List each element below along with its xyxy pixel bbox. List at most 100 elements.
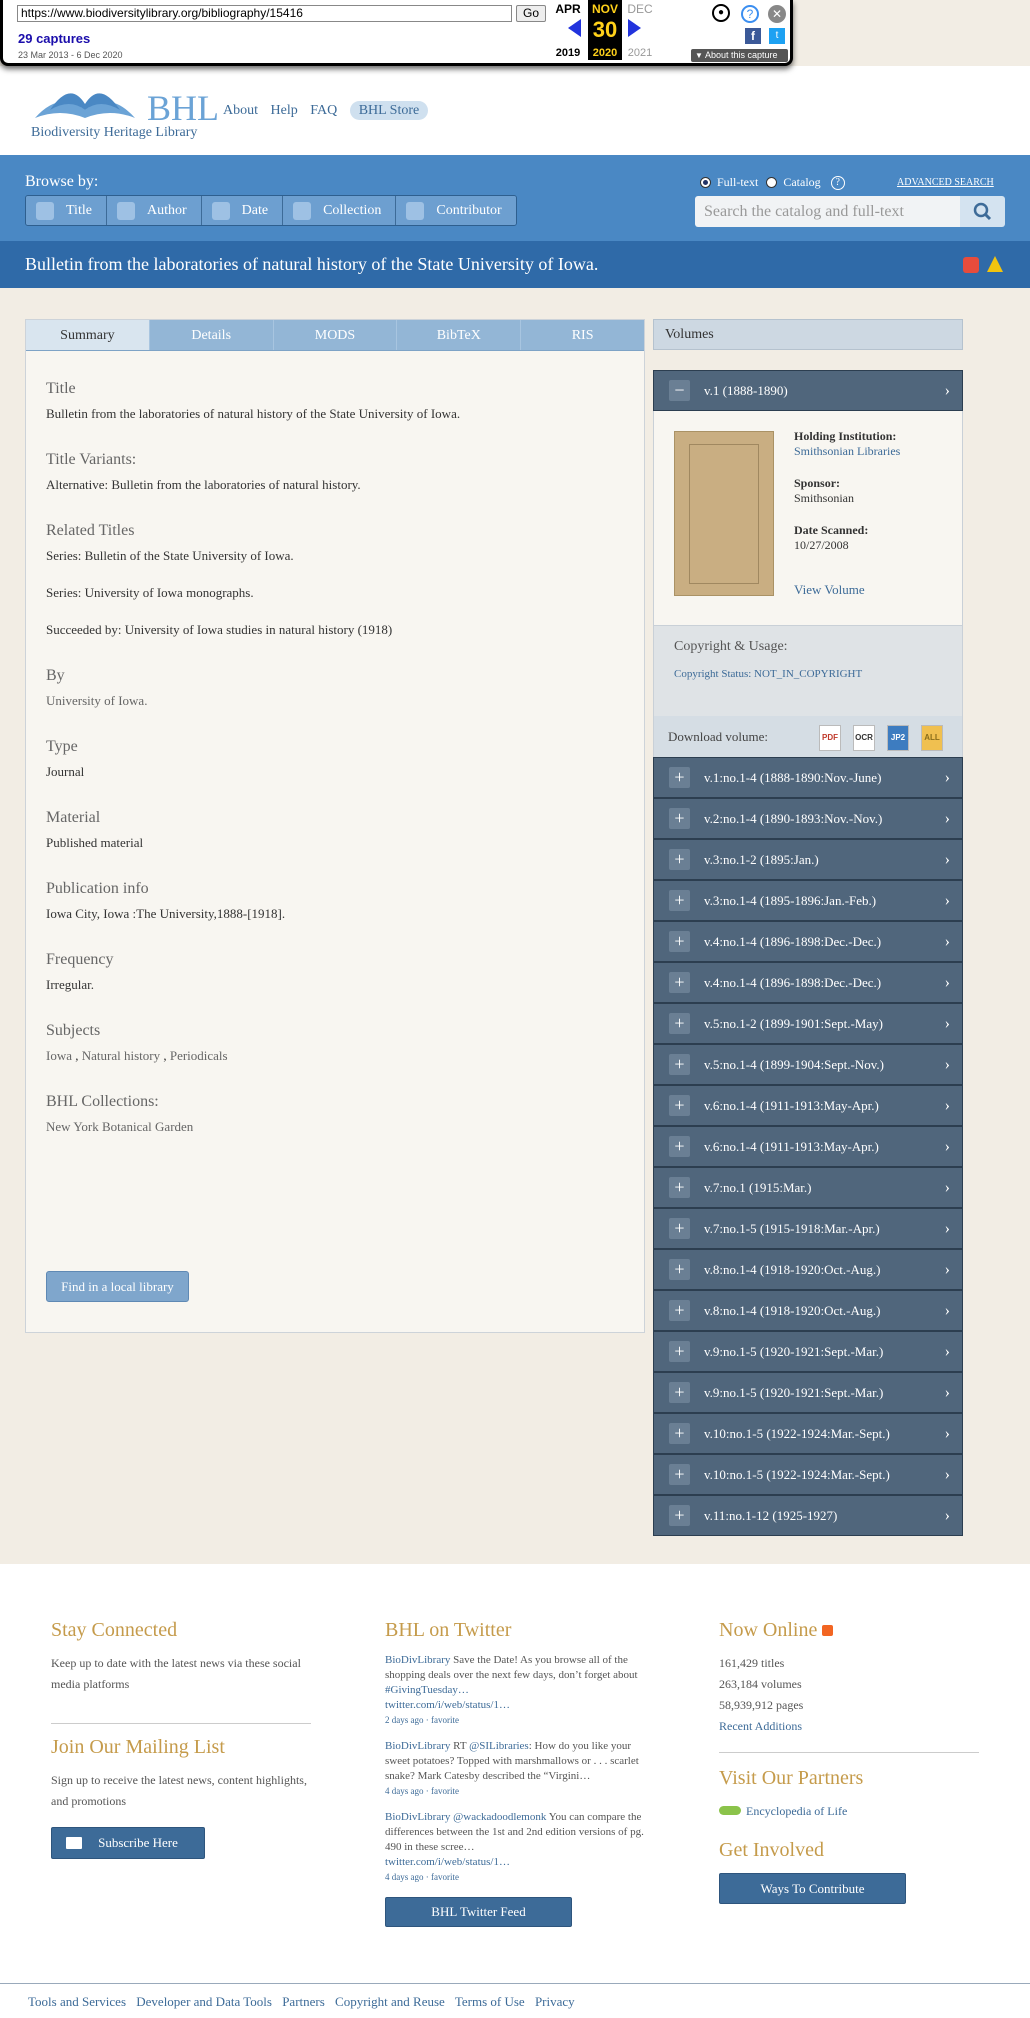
- warning-icon[interactable]: [987, 256, 1003, 272]
- expand-icon[interactable]: +: [669, 1136, 690, 1157]
- logo-subtitle[interactable]: Biodiversity Heritage Library: [31, 125, 197, 141]
- find-local-library-button[interactable]: Find in a local library: [46, 1271, 189, 1302]
- expand-icon[interactable]: +: [669, 1341, 690, 1362]
- logo-text[interactable]: BHL: [147, 87, 219, 129]
- expand-icon[interactable]: +: [669, 1505, 690, 1526]
- tweet-meta[interactable]: 4 days ago · favorite: [385, 1784, 645, 1799]
- volume-row[interactable]: + v.7:no.1 (1915:Mar.) ›: [653, 1167, 963, 1208]
- wayback-captures-link[interactable]: 29 captures: [18, 31, 90, 46]
- volume-row[interactable]: + v.1:no.1-4 (1888-1890:Nov.-June) ›: [653, 757, 963, 798]
- volume-row[interactable]: + v.3:no.1-4 (1895-1896:Jan.-Feb.) ›: [653, 880, 963, 921]
- search-help-icon[interactable]: ?: [830, 175, 845, 190]
- expand-icon[interactable]: +: [669, 1095, 690, 1116]
- rss-icon[interactable]: [822, 1625, 834, 1636]
- expand-icon[interactable]: +: [669, 1177, 690, 1198]
- expand-icon[interactable]: +: [669, 972, 690, 993]
- browse-date-button[interactable]: Date: [201, 196, 284, 225]
- twitter-icon[interactable]: t: [769, 28, 785, 44]
- account-icon[interactable]: ●: [712, 4, 730, 22]
- nav-about[interactable]: About: [223, 103, 258, 118]
- nav-bhl-store[interactable]: BHL Store: [349, 101, 429, 120]
- tweet-meta[interactable]: 2 days ago · favorite: [385, 1713, 645, 1728]
- nav-faq[interactable]: FAQ: [310, 103, 337, 118]
- expand-icon[interactable]: +: [669, 767, 690, 788]
- expand-icon[interactable]: +: [669, 1300, 690, 1321]
- recent-additions-link[interactable]: Recent Additions: [719, 1716, 979, 1737]
- volume-row[interactable]: + v.11:no.1-12 (1925-1927) ›: [653, 1495, 963, 1536]
- wayback-url-input[interactable]: https://www.biodiversitylibrary.org/bibl…: [17, 5, 512, 22]
- altmetric-icon[interactable]: [963, 257, 979, 273]
- fulltext-radio[interactable]: [700, 177, 711, 188]
- search-button[interactable]: [960, 196, 1005, 227]
- expand-icon[interactable]: +: [669, 849, 690, 870]
- footer-link-copyright[interactable]: Copyright and Reuse: [335, 1994, 445, 2009]
- prev-arrow-icon[interactable]: [568, 19, 581, 37]
- help-icon[interactable]: ?: [741, 5, 759, 23]
- footer-link-developer[interactable]: Developer and Data Tools: [136, 1994, 272, 2009]
- volume-row[interactable]: + v.9:no.1-5 (1920-1921:Sept.-Mar.) ›: [653, 1372, 963, 1413]
- volume-row[interactable]: + v.10:no.1-5 (1922-1924:Mar.-Sept.) ›: [653, 1413, 963, 1454]
- tweet-link[interactable]: twitter.com/i/web/status/1…: [385, 1856, 510, 1868]
- wayback-go-button[interactable]: Go: [516, 5, 546, 22]
- twitter-feed-button[interactable]: BHL Twitter Feed: [385, 1897, 572, 1927]
- expand-icon[interactable]: +: [669, 808, 690, 829]
- footer-link-tools[interactable]: Tools and Services: [28, 1994, 126, 2009]
- volume-row[interactable]: + v.8:no.1-4 (1918-1920:Oct.-Aug.) ›: [653, 1249, 963, 1290]
- expand-icon[interactable]: +: [669, 1218, 690, 1239]
- expand-icon[interactable]: +: [669, 1054, 690, 1075]
- volume-row[interactable]: + v.9:no.1-5 (1920-1921:Sept.-Mar.) ›: [653, 1331, 963, 1372]
- tweet-mention[interactable]: @wackadoodlemonk: [453, 1811, 546, 1823]
- footer-link-partners[interactable]: Partners: [282, 1994, 325, 2009]
- expand-icon[interactable]: +: [669, 1382, 690, 1403]
- volume-row[interactable]: + v.6:no.1-4 (1911-1913:May-Apr.) ›: [653, 1126, 963, 1167]
- expand-icon[interactable]: +: [669, 1259, 690, 1280]
- expand-icon[interactable]: +: [669, 1013, 690, 1034]
- volume-row[interactable]: + v.3:no.1-2 (1895:Jan.) ›: [653, 839, 963, 880]
- next-arrow-icon[interactable]: [628, 19, 641, 37]
- volume-row-open[interactable]: − v.1 (1888-1890) ›: [653, 370, 963, 411]
- volume-row[interactable]: + v.10:no.1-5 (1922-1924:Mar.-Sept.) ›: [653, 1454, 963, 1495]
- pdf-icon[interactable]: PDF: [819, 725, 841, 751]
- jp2-icon[interactable]: JP2: [887, 725, 909, 751]
- subscribe-button[interactable]: Subscribe Here: [51, 1827, 205, 1859]
- facebook-icon[interactable]: f: [745, 28, 761, 44]
- tweet-user[interactable]: BioDivLibrary: [385, 1654, 450, 1666]
- tab-ris[interactable]: RIS: [521, 320, 644, 350]
- bhl-book-logo-icon[interactable]: [30, 80, 140, 122]
- about-capture-button[interactable]: ▼ About this capture: [691, 49, 788, 62]
- browse-collection-button[interactable]: Collection: [283, 196, 397, 225]
- search-input[interactable]: Search the catalog and full-text: [695, 196, 960, 227]
- tweet-user[interactable]: BioDivLibrary: [385, 1811, 450, 1823]
- volume-row[interactable]: + v.2:no.1-4 (1890-1893:Nov.-Nov.) ›: [653, 798, 963, 839]
- browse-contributor-button[interactable]: Contributor: [396, 196, 516, 225]
- volume-row[interactable]: + v.8:no.1-4 (1918-1920:Oct.-Aug.) ›: [653, 1290, 963, 1331]
- author-link[interactable]: University of Iowa.: [46, 693, 147, 708]
- tab-bibtex[interactable]: BibTeX: [397, 320, 522, 350]
- eol-link[interactable]: Encyclopedia of Life: [719, 1801, 979, 1822]
- prev-month[interactable]: APR: [548, 2, 588, 16]
- close-icon[interactable]: ✕: [768, 5, 786, 23]
- volume-row[interactable]: + v.6:no.1-4 (1911-1913:May-Apr.) ›: [653, 1085, 963, 1126]
- collapse-icon[interactable]: −: [669, 380, 690, 401]
- collection-link[interactable]: New York Botanical Garden: [46, 1119, 193, 1134]
- advanced-search-link[interactable]: ADVANCED SEARCH: [897, 177, 994, 188]
- tab-mods[interactable]: MODS: [274, 320, 398, 350]
- volume-row[interactable]: + v.4:no.1-4 (1896-1898:Dec.-Dec.) ›: [653, 921, 963, 962]
- footer-link-privacy[interactable]: Privacy: [535, 1994, 575, 2009]
- all-icon[interactable]: ALL: [921, 725, 943, 751]
- tweet-hashtag[interactable]: #GivingTuesday…: [385, 1684, 469, 1696]
- expand-icon[interactable]: +: [669, 1464, 690, 1485]
- catalog-radio[interactable]: [766, 177, 778, 188]
- volume-row[interactable]: + v.5:no.1-2 (1899-1901:Sept.-May) ›: [653, 1003, 963, 1044]
- holding-link[interactable]: Smithsonian Libraries: [794, 444, 900, 458]
- view-volume-link[interactable]: View Volume: [794, 582, 865, 598]
- volume-row[interactable]: + v.5:no.1-4 (1899-1904:Sept.-Nov.) ›: [653, 1044, 963, 1085]
- contribute-button[interactable]: Ways To Contribute: [719, 1873, 906, 1904]
- expand-icon[interactable]: +: [669, 1423, 690, 1444]
- tweet-meta[interactable]: 4 days ago · favorite: [385, 1870, 645, 1885]
- volume-cover-thumbnail[interactable]: [674, 431, 774, 596]
- subject-link-natural-history[interactable]: Natural history: [82, 1048, 160, 1063]
- tab-summary[interactable]: Summary: [26, 320, 150, 350]
- browse-title-button[interactable]: Title: [26, 196, 107, 225]
- browse-author-button[interactable]: Author: [106, 196, 202, 225]
